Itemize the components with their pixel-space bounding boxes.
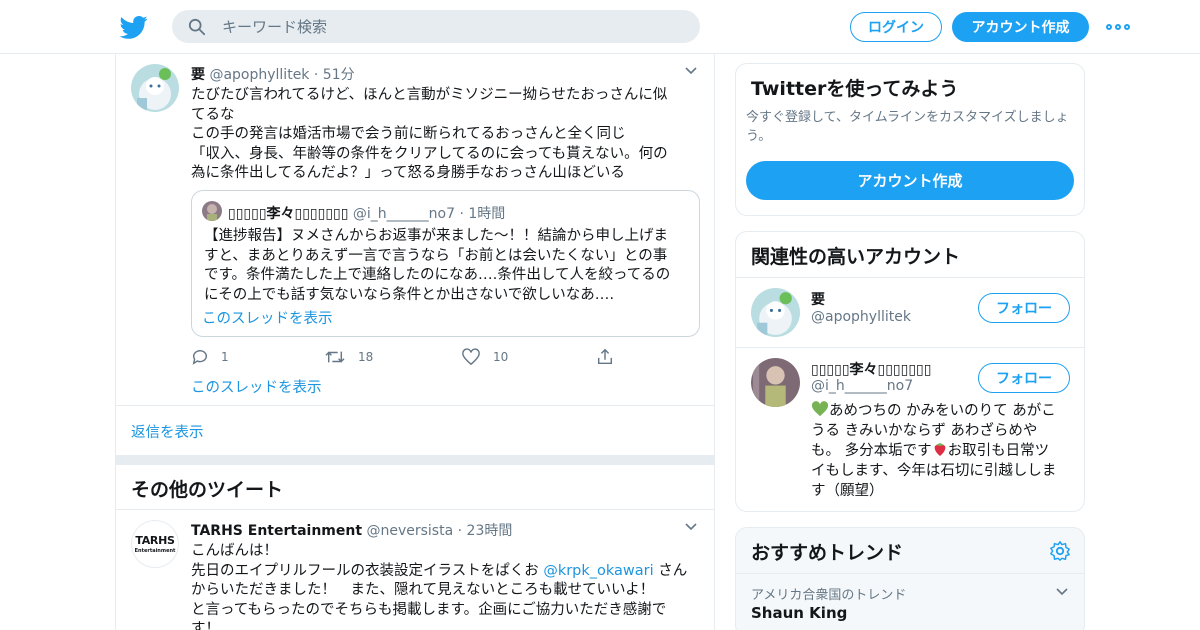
top-navigation-bar: ログイン アカウント作成 — [0, 0, 1200, 54]
trend-name[interactable]: Shaun King — [751, 604, 847, 622]
tweet-timestamp[interactable]: 51分 — [323, 67, 355, 83]
related-accounts-title: 関連性の高いアカウント — [751, 246, 961, 268]
tweet-line: 先日のエイプリルフールの衣装設定イラストをぱくお @krpk_okawari さ… — [191, 562, 701, 582]
separator-dot: · — [459, 206, 464, 222]
tweet-text: こんばんは！ 先日のエイプリルフールの衣装設定イラストをぱくお @krpk_ok… — [191, 542, 701, 630]
tweet-line: こんばんは！ — [191, 543, 278, 559]
tweet-header: 要 @apophyllitek · 51分 — [191, 64, 355, 84]
login-button[interactable]: ログイン — [850, 12, 942, 42]
avatar[interactable] — [751, 358, 800, 407]
avatar-logo-text: TARHS — [135, 534, 175, 547]
related-accounts-card: 関連性の高いアカウント 要 @apophyllitek フォロー ▯▯▯▯▯李々… — [735, 231, 1085, 512]
quote-thread-link[interactable]: このスレッドを表示 — [202, 307, 333, 328]
tweet-line-text: 先日のエイプリルフールの衣装設定イラストをぱくお — [191, 562, 544, 579]
account-row[interactable]: 要 @apophyllitek フォロー — [736, 278, 1084, 347]
more-tweets-heading: その他のツイート — [131, 479, 284, 501]
tweet-timestamp[interactable]: 23時間 — [467, 523, 513, 539]
separator-dot: · — [457, 523, 463, 539]
account-name[interactable]: 要 — [811, 289, 825, 309]
retweet-icon — [325, 351, 345, 363]
search-input[interactable] — [222, 10, 682, 43]
tweet-line-text: さん — [653, 562, 688, 579]
quote-header: ▯▯▯▯▯李々▯▯▯▯▯▯▯ @i_h______no7 · 1時間 — [228, 203, 505, 223]
avatar[interactable] — [751, 288, 800, 337]
timeline-column: 要 @apophyllitek · 51分 たびたび言われてるけど、ほんと言動が… — [115, 54, 715, 630]
search-box[interactable] — [172, 10, 700, 43]
reply-icon — [192, 350, 207, 365]
chevron-down-icon[interactable] — [685, 67, 697, 75]
retweet-count: 18 — [358, 350, 374, 364]
trends-card: おすすめトレンド アメリカ合衆国のトレンド Shaun King — [735, 527, 1085, 630]
gear-icon[interactable] — [1049, 540, 1071, 562]
twitter-logo-icon[interactable] — [120, 13, 148, 41]
signup-card-button[interactable]: アカウント作成 — [746, 161, 1074, 200]
retweet-button[interactable]: 18 — [324, 347, 373, 367]
account-name[interactable]: ▯▯▯▯▯李々▯▯▯▯▯▯▯ — [811, 359, 931, 379]
tweet[interactable]: TARHS Entertainment TARHS Entertainment … — [116, 510, 714, 630]
follow-button[interactable]: フォロー — [978, 293, 1070, 323]
avatar[interactable] — [131, 64, 179, 112]
more-options-icon[interactable] — [1106, 20, 1130, 34]
heart-icon — [462, 348, 480, 366]
quote-avatar — [202, 201, 222, 221]
quoted-tweet[interactable]: ▯▯▯▯▯李々▯▯▯▯▯▯▯ @i_h______no7 · 1時間 【進捗報告… — [191, 190, 700, 337]
reply-count: 1 — [221, 350, 229, 364]
follow-button[interactable]: フォロー — [978, 363, 1070, 393]
show-replies-link[interactable]: 返信を表示 — [131, 421, 204, 442]
separator-dot: · — [313, 67, 319, 83]
author-handle[interactable]: @neversista — [366, 523, 453, 539]
like-button[interactable]: 10 — [461, 347, 508, 367]
tweet-text: たびたび言われてるけど、ほんと言動がミソジニー拗らせたおっさんに似 てるな この… — [191, 87, 668, 181]
signup-button[interactable]: アカウント作成 — [952, 12, 1089, 42]
trend-item[interactable]: アメリカ合衆国のトレンド Shaun King — [736, 574, 1084, 630]
author-name[interactable]: 要 — [191, 67, 205, 83]
chevron-down-icon[interactable] — [685, 523, 697, 531]
green-heart-icon — [811, 401, 829, 417]
account-handle[interactable]: @apophyllitek — [811, 309, 911, 325]
section-divider — [116, 455, 714, 465]
tweet-header: TARHS Entertainment @neversista · 23時間 — [191, 520, 512, 540]
signup-card-description: 今すぐ登録して、タイムラインをカスタマイズしましょ う。 — [746, 110, 1069, 144]
tweet-line: からいただきました！ また、隠れて見えないところも載せていいよ！ と言ってもらっ… — [191, 582, 667, 630]
reply-button[interactable]: 1 — [191, 347, 229, 367]
avatar-logo-subtext: Entertainment — [134, 548, 176, 554]
strawberry-icon — [934, 443, 945, 456]
share-button[interactable] — [596, 347, 614, 367]
mention-link[interactable]: @krpk_okawari — [543, 563, 653, 579]
trend-context: アメリカ合衆国のトレンド — [751, 588, 907, 603]
quote-author-handle: @i_h______no7 — [352, 206, 456, 222]
trends-title: おすすめトレンド — [751, 542, 904, 564]
like-count: 10 — [493, 350, 509, 364]
thread-link[interactable]: このスレッドを表示 — [191, 376, 322, 397]
account-handle[interactable]: @i_h______no7 — [811, 378, 913, 394]
author-handle[interactable]: @apophyllitek — [209, 67, 309, 83]
chevron-down-icon[interactable] — [1056, 588, 1068, 596]
share-icon — [597, 348, 613, 365]
author-name[interactable]: TARHS Entertainment — [191, 523, 362, 539]
divider — [116, 405, 714, 406]
account-row[interactable]: ▯▯▯▯▯李々▯▯▯▯▯▯▯ @i_h______no7 フォロー あめつちの … — [736, 348, 1084, 511]
avatar[interactable]: TARHS Entertainment — [131, 520, 179, 568]
signup-card-title: Twitterを使ってみよう — [751, 78, 959, 100]
search-icon — [188, 18, 206, 36]
signup-card: Twitterを使ってみよう 今すぐ登録して、タイムラインをカスタマイズしましょ… — [735, 63, 1085, 216]
quote-text: 【進捗報告】ヌメさんからお返事が来ました〜！！結論から申し上げま すと、まあとり… — [204, 228, 671, 303]
tweet[interactable]: 要 @apophyllitek · 51分 たびたび言われてるけど、ほんと言動が… — [116, 54, 714, 406]
quote-author-name: ▯▯▯▯▯李々▯▯▯▯▯▯▯ — [228, 206, 349, 222]
quote-timestamp: 1時間 — [468, 206, 506, 222]
account-bio: あめつちの かみをいのりて あがこ うる きみいかならず あわざらめや も。 多… — [811, 401, 1073, 501]
